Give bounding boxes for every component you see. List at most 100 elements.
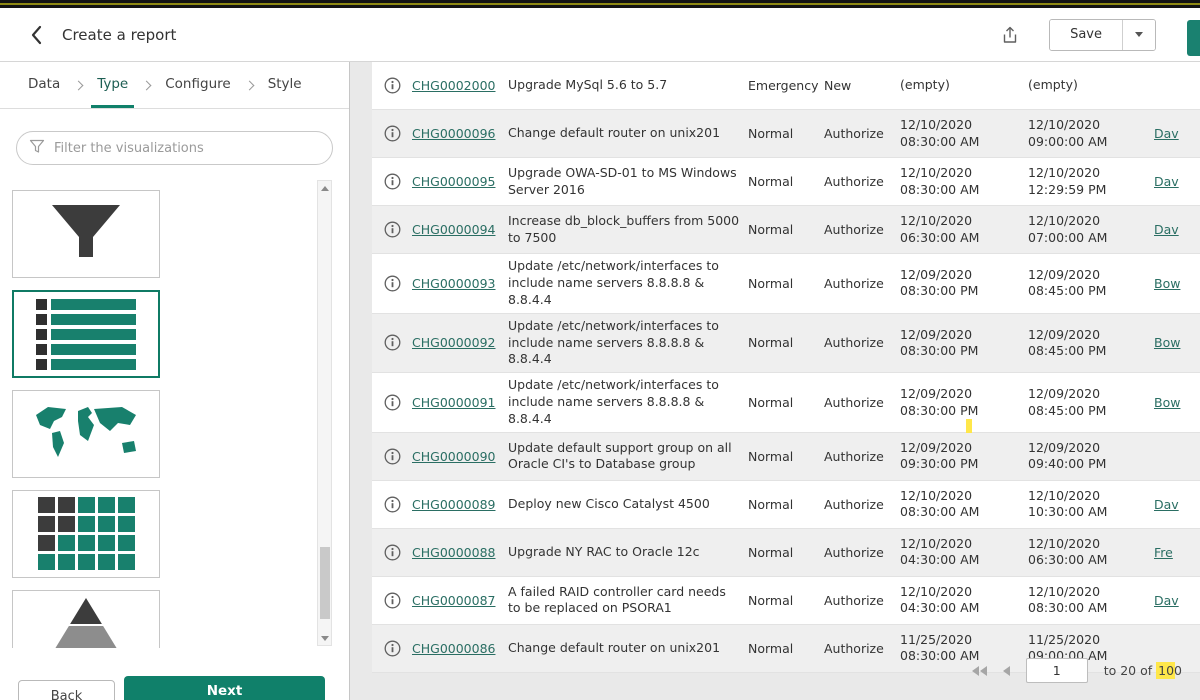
info-icon[interactable] (372, 448, 412, 465)
back-button[interactable]: Back (18, 680, 115, 700)
info-icon[interactable] (372, 77, 412, 94)
record-planned-end: 12/09/2020 08:45:00 PM (1028, 263, 1154, 304)
record-planned-start: 12/09/2020 08:30:00 PM (900, 382, 1028, 423)
record-planned-start: 12/10/2020 08:30:00 AM (900, 113, 1028, 154)
record-planned-start: 12/10/2020 04:30:00 AM (900, 532, 1028, 573)
record-number-link[interactable]: CHG0000086 (412, 637, 508, 660)
record-assignee-link[interactable]: Dav (1154, 170, 1200, 193)
info-icon[interactable] (372, 640, 412, 657)
table-row: CHG0000092Update /etc/network/interfaces… (372, 314, 1200, 374)
info-icon[interactable] (372, 592, 412, 609)
filter-visualizations-input[interactable] (54, 141, 320, 156)
scroll-up-icon[interactable] (318, 181, 331, 195)
first-page-icon[interactable] (972, 666, 987, 676)
table-row: CHG0000096Change default router on unix2… (372, 110, 1200, 158)
record-priority: Emergency (748, 74, 824, 97)
record-planned-end: 12/10/2020 09:00:00 AM (1028, 113, 1154, 154)
top-strip (0, 0, 1200, 8)
record-state: Authorize (824, 493, 900, 516)
viz-option-funnel-chart[interactable] (12, 190, 160, 278)
back-arrow-icon[interactable] (22, 21, 50, 49)
header-actions: Save (995, 19, 1156, 51)
record-priority: Normal (748, 493, 824, 516)
table-row: CHG0000094Increase db_block_buffers from… (372, 206, 1200, 254)
table-row: CHG0000090Update default support group o… (372, 433, 1200, 481)
pager-total: 100 (1156, 662, 1184, 679)
table-row: CHG0000089Deploy new Cisco Catalyst 4500… (372, 481, 1200, 529)
record-number-link[interactable]: CHG0002000 (412, 74, 508, 97)
record-planned-end: 12/10/2020 10:30:00 AM (1028, 484, 1154, 525)
record-description: Update /etc/network/interfaces to includ… (508, 314, 748, 373)
page-number-input[interactable] (1026, 658, 1088, 683)
wizard-steps: Data Type Configure Style (0, 62, 349, 109)
info-icon[interactable] (372, 544, 412, 561)
viz-scrollbar[interactable] (317, 180, 332, 646)
step-configure[interactable]: Configure (159, 62, 236, 108)
record-number-link[interactable]: CHG0000092 (412, 331, 508, 354)
filter-funnel-icon (29, 139, 45, 158)
record-planned-end: 12/09/2020 08:45:00 PM (1028, 323, 1154, 364)
record-assignee-link[interactable]: Fre (1154, 541, 1200, 564)
viz-option-world-map[interactable] (12, 390, 160, 478)
record-priority: Normal (748, 541, 824, 564)
record-assignee-link[interactable]: Dav (1154, 122, 1200, 145)
scrollbar-thumb[interactable] (320, 547, 330, 619)
viz-option-pyramid-chart[interactable] (12, 590, 160, 648)
top-strip-accent (0, 3, 1200, 5)
cropped-corner-button[interactable] (1187, 20, 1200, 56)
record-number-link[interactable]: CHG0000091 (412, 391, 508, 414)
share-icon[interactable] (995, 20, 1025, 50)
record-description: Deploy new Cisco Catalyst 4500 (508, 492, 748, 517)
record-priority: Normal (748, 170, 824, 193)
record-description: Update /etc/network/interfaces to includ… (508, 254, 748, 313)
viz-option-list-chart[interactable] (12, 290, 160, 378)
step-data[interactable]: Data (22, 62, 66, 108)
record-description: Upgrade MySql 5.6 to 5.7 (508, 73, 748, 98)
record-priority: Normal (748, 589, 824, 612)
viz-option-heatmap[interactable] (12, 490, 160, 578)
record-number-link[interactable]: CHG0000095 (412, 170, 508, 193)
info-icon[interactable] (372, 496, 412, 513)
record-planned-start: 12/10/2020 08:30:00 AM (900, 484, 1028, 525)
record-number-link[interactable]: CHG0000088 (412, 541, 508, 564)
record-number-link[interactable]: CHG0000096 (412, 122, 508, 145)
record-assignee-link (1154, 82, 1200, 90)
record-number-link[interactable]: CHG0000087 (412, 589, 508, 612)
next-button[interactable]: Next (124, 676, 325, 700)
record-description: Update /etc/network/interfaces to includ… (508, 373, 748, 432)
save-button[interactable]: Save (1050, 20, 1123, 50)
info-icon[interactable] (372, 334, 412, 351)
previous-page-icon[interactable] (1003, 666, 1010, 676)
pyramid-chart-icon (38, 594, 134, 648)
scroll-down-icon[interactable] (318, 631, 331, 645)
highlight-annotation (966, 419, 972, 433)
record-number-link[interactable]: CHG0000089 (412, 493, 508, 516)
header: Create a report Save (0, 8, 1200, 62)
step-style[interactable]: Style (262, 62, 308, 108)
record-number-link[interactable]: CHG0000090 (412, 445, 508, 468)
save-dropdown-button[interactable] (1123, 20, 1155, 50)
record-planned-end: 12/10/2020 06:30:00 AM (1028, 532, 1154, 573)
record-assignee-link[interactable]: Dav (1154, 493, 1200, 516)
record-description: Update default support group on all Orac… (508, 436, 748, 478)
info-icon[interactable] (372, 394, 412, 411)
info-icon[interactable] (372, 221, 412, 238)
chevron-right-icon (74, 80, 84, 90)
record-assignee-link[interactable]: Bow (1154, 331, 1200, 354)
record-planned-end: 12/10/2020 07:00:00 AM (1028, 209, 1154, 250)
info-icon[interactable] (372, 173, 412, 190)
record-state: Authorize (824, 170, 900, 193)
record-number-link[interactable]: CHG0000094 (412, 218, 508, 241)
record-priority: Normal (748, 391, 824, 414)
record-assignee-link[interactable]: Dav (1154, 589, 1200, 612)
record-assignee-link[interactable]: Dav (1154, 218, 1200, 241)
record-assignee-link[interactable]: Bow (1154, 272, 1200, 295)
record-state: Authorize (824, 391, 900, 414)
record-assignee-link[interactable]: Bow (1154, 391, 1200, 414)
info-icon[interactable] (372, 275, 412, 292)
record-number-link[interactable]: CHG0000093 (412, 272, 508, 295)
record-description: Upgrade NY RAC to Oracle 12c (508, 540, 748, 565)
step-label: Type (97, 76, 128, 92)
info-icon[interactable] (372, 125, 412, 142)
step-type[interactable]: Type (91, 62, 134, 108)
